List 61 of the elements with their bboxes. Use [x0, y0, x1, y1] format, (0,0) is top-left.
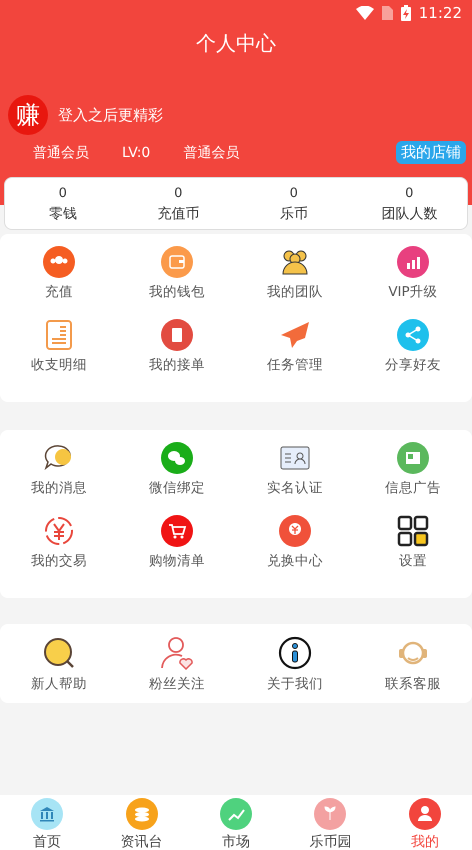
menu-item[interactable]: 关于我们 — [236, 636, 354, 693]
info-icon — [278, 636, 312, 670]
coin-stack-icon — [126, 798, 158, 830]
menu-item[interactable]: 新人帮助 — [0, 636, 118, 693]
chart-icon — [220, 798, 252, 830]
menu-item[interactable]: 购物清单 — [118, 515, 236, 570]
chat-icon — [161, 442, 193, 474]
stat-label: 零钱 — [48, 205, 77, 223]
yuan-coin-icon — [279, 515, 311, 547]
receipt-icon — [43, 319, 75, 351]
login-prompt[interactable]: 登入之后更精彩 — [58, 106, 163, 124]
nav-tab[interactable]: 首页 — [0, 795, 94, 850]
menu-item[interactable]: 充值 — [0, 246, 118, 301]
shopping-cart-icon — [161, 515, 193, 547]
bank-icon — [31, 798, 64, 830]
menu-item[interactable]: 分享好友 — [354, 319, 472, 374]
stat-label: 团队人数 — [381, 205, 438, 223]
no-sim-icon — [382, 6, 393, 20]
menu-item[interactable]: 我的团队 — [236, 246, 354, 301]
menu-item[interactable]: 信息广告 — [354, 442, 472, 497]
avatar-logo: 赚 — [8, 95, 48, 135]
menu-item[interactable]: 任务管理 — [236, 319, 354, 374]
nav-tab[interactable]: 市场 — [188, 795, 284, 850]
menu-item[interactable]: VIP升级 — [354, 246, 472, 301]
menu-item[interactable]: 实名认证 — [236, 442, 354, 497]
user-heart-icon — [160, 636, 194, 670]
grid-icon — [397, 515, 429, 547]
menu-item[interactable]: 收支明细 — [0, 319, 118, 374]
magnifier-icon — [42, 636, 76, 670]
menu-item[interactable]: 粉丝关注 — [118, 636, 236, 693]
status-time: 11:22 — [418, 4, 462, 22]
member-level: LV:0 — [122, 144, 150, 160]
stat-label: 乐币 — [280, 205, 308, 223]
chart-icon — [397, 246, 429, 278]
stat-value: 0 — [290, 186, 298, 201]
menu-item[interactable]: 兑换中心 — [236, 515, 354, 570]
wifi-icon — [356, 6, 374, 20]
member-type: 普通会员 — [33, 144, 89, 162]
wallet-icon — [161, 246, 193, 278]
battery-charging-icon — [400, 5, 411, 21]
stat-value: 0 — [174, 186, 182, 201]
garden-icon — [314, 798, 346, 830]
page-title: 个人中心 — [195, 30, 277, 57]
nav-tab[interactable]: 我的 — [378, 795, 472, 850]
share-icon — [397, 319, 429, 351]
menu-item[interactable]: 联系客服 — [354, 636, 472, 693]
menu-item[interactable]: 我的交易 — [0, 515, 118, 570]
menu-item[interactable]: 我的接单 — [118, 319, 236, 374]
stat-value: 0 — [405, 186, 414, 201]
user-icon — [408, 798, 441, 830]
nav-tab[interactable]: 乐币园 — [283, 795, 378, 850]
menu-item[interactable]: 微信绑定 — [118, 442, 236, 497]
nav-tab[interactable]: 资讯台 — [94, 795, 189, 850]
menu-item[interactable]: 设置 — [354, 515, 472, 570]
stat-value: 0 — [58, 186, 67, 201]
stat-label: 充值币 — [157, 205, 200, 223]
menu-item[interactable]: 我的消息 — [0, 442, 118, 497]
newspaper-icon — [397, 442, 429, 474]
menu-item[interactable]: 我的钱包 — [118, 246, 236, 301]
member-group: 普通会员 — [183, 144, 240, 162]
yuan-cycle-icon — [43, 515, 75, 547]
